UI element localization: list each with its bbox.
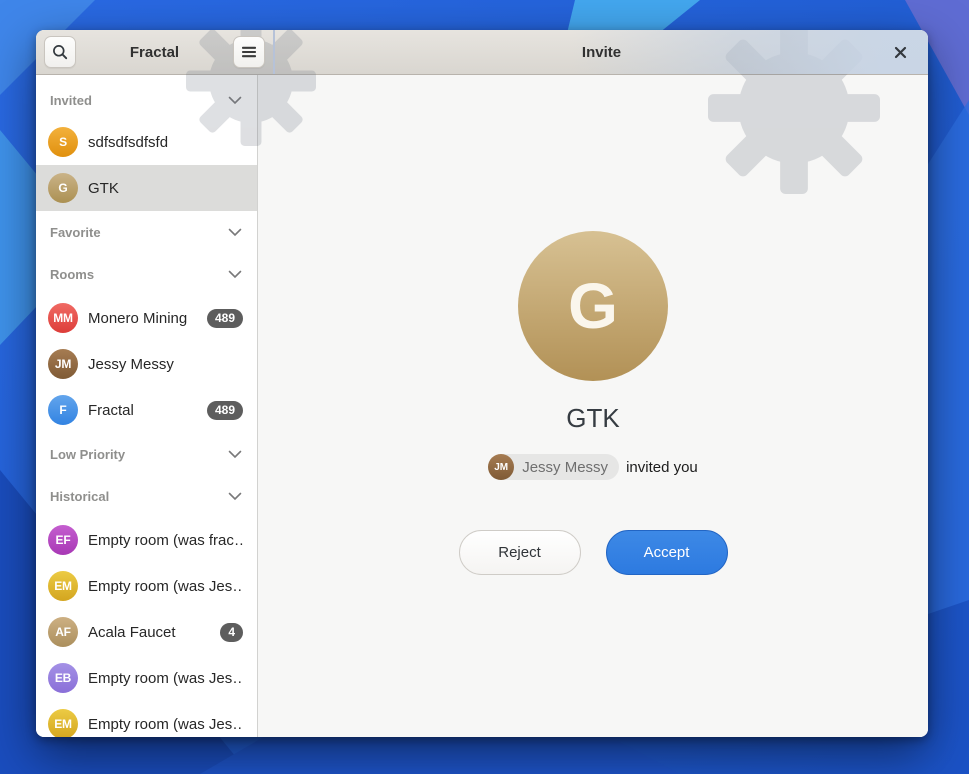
invited-text: invited you [626,459,698,476]
invited-by-row: JM Jessy Messy invited you [488,454,698,480]
room-row-monero-mining[interactable]: MM Monero Mining 489 [36,295,257,341]
section-label: Low Priority [50,447,125,462]
close-icon [894,46,907,59]
menu-button[interactable] [233,36,265,68]
room-name: GTK [88,180,243,197]
room-sidebar: Invited S sdfsdfsdfsfd G GTK Favorite Ro… [36,75,258,737]
room-row-empty-jes-2[interactable]: EB Empty room (was Jes… [36,655,257,701]
room-row-empty-frac[interactable]: EF Empty room (was frac… [36,517,257,563]
invite-actions: Reject Accept [459,530,728,575]
fractal-window: Fractal Invite Invited S [36,30,928,737]
room-name: Jessy Messy [88,356,243,373]
section-label: Invited [50,93,92,108]
headerbar: Fractal Invite [36,30,928,75]
room-row-gtk[interactable]: G GTK [36,165,257,211]
section-header-rooms[interactable]: Rooms [36,253,257,295]
section-label: Rooms [50,267,94,282]
room-name: Monero Mining [88,310,197,327]
search-button[interactable] [44,36,76,68]
chevron-down-icon [228,492,242,501]
inviter-avatar: JM [488,454,514,480]
room-name: Empty room (was Jes… [88,578,243,595]
chevron-down-icon [228,228,242,237]
room-name: Fractal [88,402,197,419]
unread-badge: 489 [207,401,243,420]
room-name: Acala Faucet [88,624,210,641]
chevron-down-icon [228,96,242,105]
section-label: Favorite [50,225,101,240]
avatar: S [48,127,78,157]
avatar: JM [48,349,78,379]
unread-badge: 4 [220,623,243,642]
close-button[interactable] [888,30,912,74]
inviter-pill: JM Jessy Messy [488,454,619,480]
sidebar-headerbar: Fractal [36,30,275,74]
avatar: EM [48,709,78,737]
room-row-fractal[interactable]: F Fractal 489 [36,387,257,433]
section-header-invited[interactable]: Invited [36,81,257,119]
avatar: MM [48,303,78,333]
room-avatar-initial: G [568,269,618,343]
app-title: Fractal [82,44,227,61]
room-name: Empty room (was Jes… [88,670,243,687]
room-row-acala-faucet[interactable]: AF Acala Faucet 4 [36,609,257,655]
main-headerbar: Invite [275,30,928,74]
unread-badge: 489 [207,309,243,328]
section-header-low-priority[interactable]: Low Priority [36,433,257,475]
avatar: F [48,395,78,425]
accept-button[interactable]: Accept [606,530,728,575]
section-header-historical[interactable]: Historical [36,475,257,517]
window-body: Invited S sdfsdfsdfsfd G GTK Favorite Ro… [36,75,928,737]
room-name: sdfsdfsdfsfd [88,134,243,151]
invite-pane: G GTK JM Jessy Messy invited you Reject … [258,75,928,737]
avatar: EM [48,571,78,601]
room-name: Empty room (was frac… [88,532,243,549]
avatar: EF [48,525,78,555]
reject-button[interactable]: Reject [459,530,581,575]
section-label: Historical [50,489,109,504]
section-header-favorite[interactable]: Favorite [36,211,257,253]
avatar: AF [48,617,78,647]
page-title: Invite [582,44,621,61]
room-name: Empty room (was Jes… [88,716,243,733]
avatar: G [48,173,78,203]
inviter-name: Jessy Messy [522,459,608,476]
room-row-sdfsdfsdfsfd[interactable]: S sdfsdfsdfsfd [36,119,257,165]
room-row-empty-jes-3[interactable]: EM Empty room (was Jes… [36,701,257,737]
search-icon [52,44,68,60]
chevron-down-icon [228,270,242,279]
chevron-down-icon [228,450,242,459]
room-row-empty-jes-1[interactable]: EM Empty room (was Jes… [36,563,257,609]
hamburger-menu-icon [242,45,256,59]
room-title: GTK [566,403,619,433]
room-avatar: G [518,231,668,381]
avatar: EB [48,663,78,693]
room-row-jessy-messy[interactable]: JM Jessy Messy [36,341,257,387]
